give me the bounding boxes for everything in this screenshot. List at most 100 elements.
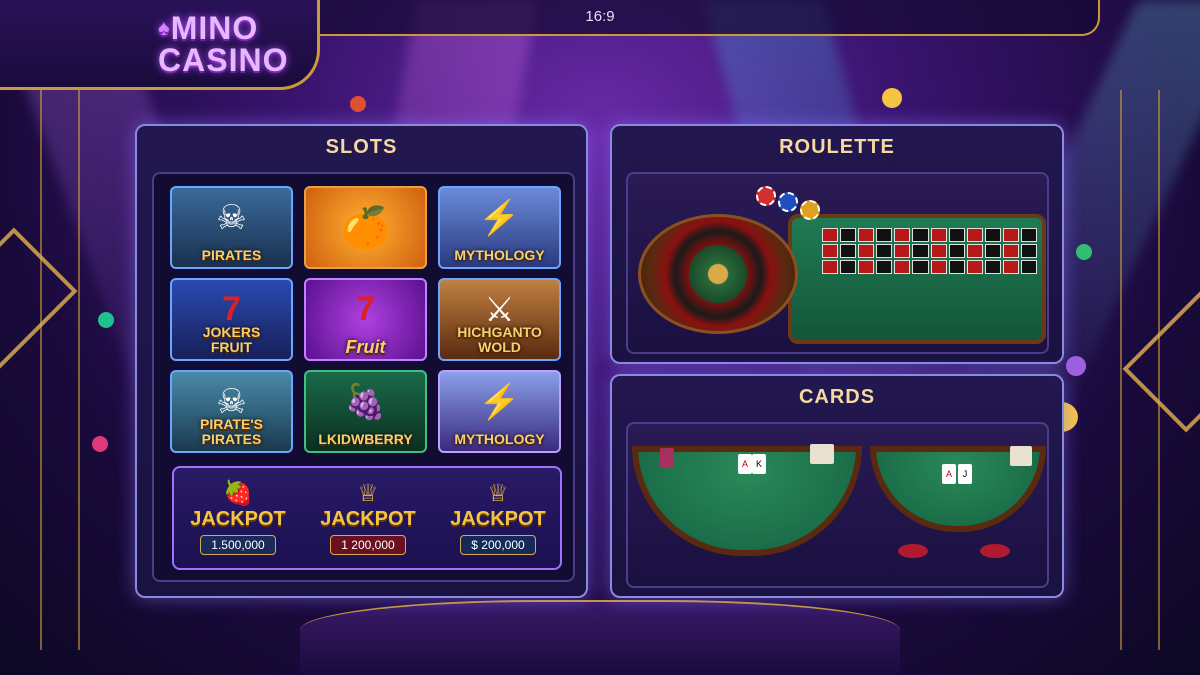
slot-game-tile[interactable]: 🍇 LKIDWBERRY [304,370,427,453]
roulette-panel: ROULETTE [610,124,1064,364]
roulette-number-cell [948,244,965,258]
roulette-number-cell [858,244,875,258]
blackjack-table-icon: A J [870,446,1046,532]
roulette-number-cell [912,244,929,258]
stool-icon [898,544,928,558]
roulette-table-art[interactable] [626,172,1049,354]
card-shoe-icon [810,444,834,464]
roulette-number-cell [876,228,893,242]
roulette-number-cell [948,228,965,242]
jackpot-amount: 1.500,000 [200,535,276,555]
roulette-number-cell [1020,228,1037,242]
cards-panel: CARDS A K A J [610,374,1064,598]
jackpot-amount: 1 200,000 [330,535,406,555]
jackpot-bar: 🍓 JACKPOT 1.500,000 ♕ JACKPOT 1 200,000 … [172,466,562,570]
roulette-number-cell [912,228,929,242]
roulette-number-cell [858,260,875,274]
roulette-number-cell [930,228,947,242]
pirate-captain-icon: ☠ [216,382,247,421]
roulette-number-cell [1020,244,1037,258]
slot-game-tile[interactable]: 🍊 [304,186,427,269]
roulette-number-cell [840,260,857,274]
roulette-number-cell [876,244,893,258]
chip-stack-icon [800,200,820,220]
roulette-number-cell [894,260,911,274]
jackpot-item[interactable]: ♕ JACKPOT $ 200,000 [438,480,558,555]
slot-game-tile[interactable]: ⚡ MYTHOLOGY [438,186,561,269]
roulette-number-cell [822,260,839,274]
roulette-number-cell [966,260,983,274]
roulette-felt [788,214,1046,344]
roulette-number-cell [930,260,947,274]
playing-card-icon: K [752,454,766,474]
slot-game-tile[interactable]: ⚡ MYTHOLOGY [438,370,561,453]
casino-chip-icon [1066,356,1086,376]
card-deck-icon [660,448,674,468]
casino-logo[interactable]: ♠MINO CASINO [158,12,288,76]
roulette-title: ROULETTE [779,136,895,158]
roulette-number-cell [822,244,839,258]
slot-game-tile[interactable]: 7 JOKERS FRUIT [170,278,293,361]
logo-plate: ♠MINO CASINO [0,0,320,90]
jackpot-label: JACKPOT [320,508,416,530]
roulette-number-cell [1020,260,1037,274]
slots-grid: ☠ PIRATES 🍊 ⚡ MYTHOLOGY 7 JOKERS FRUIT 7… [152,172,575,582]
playing-card-icon: A [942,464,956,484]
roulette-number-cell [840,228,857,242]
blackjack-table-icon: A K [632,444,862,556]
roulette-number-cell [840,244,857,258]
card-shoe-icon [1010,446,1032,466]
chip-stack-icon [756,186,776,206]
roulette-number-cell [966,228,983,242]
roulette-number-cell [930,244,947,258]
roulette-wheel-icon [638,214,798,334]
roulette-number-cell [822,228,839,242]
pirate-captain-icon: ☠ [216,198,247,237]
crown-icon: ♕ [487,480,509,507]
casino-chip-icon [92,436,108,452]
stage-platform [300,600,900,675]
roulette-number-cell [1002,244,1019,258]
casino-chip-icon [1076,244,1092,260]
casino-chip-icon [350,96,366,112]
cards-title: CARDS [798,386,876,408]
roulette-number-cell [912,260,929,274]
slot-game-tile[interactable]: ☠ PIRATE'S PIRATES [170,370,293,453]
slots-title: SLOTS [325,136,398,158]
roulette-number-cell [894,244,911,258]
roulette-number-cell [876,260,893,274]
jackpot-label: JACKPOT [190,508,286,530]
roulette-number-cell [1002,260,1019,274]
gold-coin-icon [882,88,902,108]
berry-fruit-icon: 🍇 [344,382,387,421]
hero-portrait-icon: ⚔ [484,290,515,329]
roulette-number-cell [984,260,1001,274]
gold-pillar-left [40,90,80,650]
slot-game-tile[interactable]: ☠ PIRATES [170,186,293,269]
slots-panel: SLOTS ☠ PIRATES 🍊 ⚡ MYTHOLOGY 7 JOKERS F… [135,124,588,598]
jackpot-item[interactable]: 🍓 JACKPOT 1.500,000 [178,480,298,555]
jackpot-fruit-icon: 🍓 [223,480,253,507]
spade-icon: ♠ [158,15,171,40]
lucky-seven-fruit-icon: 7 [356,290,375,328]
jackpot-label: JACKPOT [450,508,546,530]
fruit-icon: 🍊 [340,206,391,250]
chip-stack-icon [778,192,798,212]
jackpot-item[interactable]: ♕ JACKPOT 1 200,000 [308,480,428,555]
lucky-seven-icon: 7 [222,290,241,328]
slot-game-tile[interactable]: 7 Fruit [304,278,427,361]
felt-dozen-marker [822,300,824,309]
card-tables-art[interactable]: A K A J [626,422,1049,588]
crown-icon: ♕ [357,480,379,507]
roulette-number-cell [984,244,1001,258]
roulette-number-cell [948,260,965,274]
roulette-number-cell [984,228,1001,242]
slot-game-tile[interactable]: ⚔ HICHGANTO WOLD [438,278,561,361]
roulette-number-cell [1002,228,1019,242]
roulette-number-cell [858,228,875,242]
jackpot-amount: $ 200,000 [460,535,536,555]
zeus-icon: ⚡ [478,198,521,237]
casino-chip-icon [98,312,114,328]
playing-card-icon: A [738,454,752,474]
roulette-number-cell [894,228,911,242]
